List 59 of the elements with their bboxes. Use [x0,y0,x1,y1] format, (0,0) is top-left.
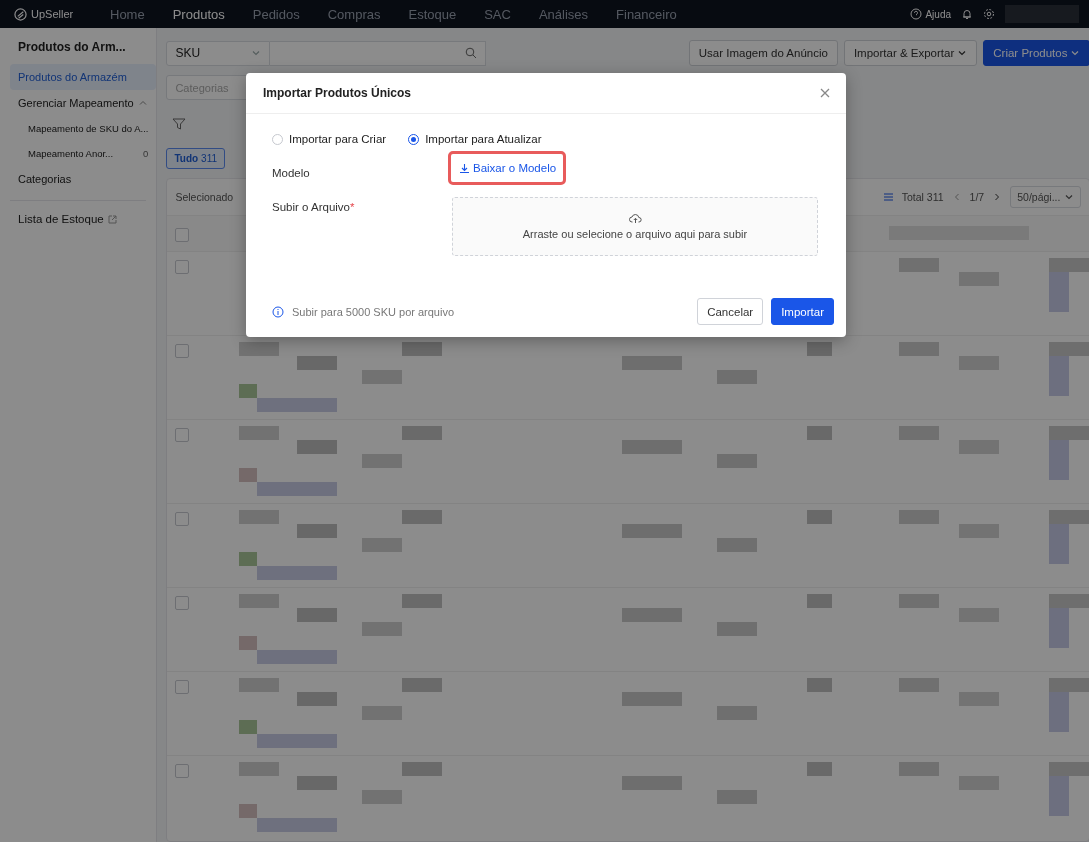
count-label: 0 [143,148,149,159]
checkbox[interactable] [175,512,190,526]
total-label: Total 311 [901,191,944,203]
download-icon [459,162,470,174]
selected-count-label: Selecionado [175,191,234,203]
external-link-icon [107,214,117,224]
checkbox[interactable] [175,260,190,274]
sidebar-title: Produtos do Arm... [17,40,127,56]
search-type-select[interactable]: SKU [166,40,271,66]
chevron-down-icon [1064,192,1075,202]
file-dropzone[interactable]: Arraste ou selecione o arquivo aqui para subir [452,197,818,256]
checkbox[interactable] [175,228,190,242]
action-button[interactable]: Importar & Exportar [843,40,978,66]
sidebar-item[interactable]: Categorias [0,166,157,192]
sidebar-item[interactable]: Gerenciar Mapeamento [0,90,157,116]
stock-list-link[interactable]: Lista de Estoque [18,213,104,225]
checkbox[interactable] [175,764,190,778]
cancel-button[interactable]: Cancelar [697,298,764,325]
radio-option[interactable]: Importar para Atualizar [408,133,542,145]
checkbox[interactable] [175,680,190,694]
page-size-select[interactable]: 50/pági... [1010,186,1082,208]
chevron-down-icon [1070,48,1081,58]
field-label: Modelo [272,166,311,179]
search-field[interactable] [270,40,487,66]
chevron-down-icon [957,48,968,58]
checkbox[interactable] [175,344,190,358]
chevron-up-icon [138,98,149,108]
logo-text: UpSeller [31,8,74,20]
nav-item[interactable]: Home [96,6,159,22]
nav-item[interactable]: Produtos [158,6,239,22]
action-button[interactable]: Usar Imagem do Anúncio [688,40,838,66]
import-button[interactable]: Importar [771,298,834,325]
info-icon [272,305,284,318]
sidebar-subitem[interactable]: Mapeamento Anor... 0 [0,141,157,166]
list-view-icon[interactable] [881,191,894,203]
checkbox[interactable] [175,428,190,442]
settings-icon[interactable] [983,8,995,20]
action-button[interactable]: Criar Produtos [983,40,1089,66]
required-mark: * [350,201,355,213]
field-label: Subir o Arquivo* [272,200,356,213]
page-label: 1/7 [969,191,985,203]
sidebar-item[interactable]: Produtos do Armazém [10,64,157,90]
upload-cloud-icon [628,213,642,224]
filter-icon[interactable] [172,117,187,131]
chevron-down-icon [251,48,262,58]
download-template-link[interactable]: Baixar o Modelo [448,151,567,185]
help-icon [910,8,923,20]
status-tab[interactable]: Tudo 311 [166,148,226,169]
radio-option[interactable]: Importar para Criar [272,133,387,145]
search-icon [465,47,478,59]
hint-text: Subir para 5000 SKU por arquivo [292,305,455,318]
close-icon[interactable] [820,88,830,98]
sidebar-subitem[interactable]: Mapeamento de SKU do A... [0,116,157,141]
nav-item[interactable]: Compras [313,6,395,22]
help-link[interactable]: Ajuda [910,8,951,20]
nav-item[interactable]: Financeiro [602,6,691,22]
logo-icon [14,7,27,21]
bell-icon[interactable] [961,8,973,20]
checkbox[interactable] [175,596,190,610]
